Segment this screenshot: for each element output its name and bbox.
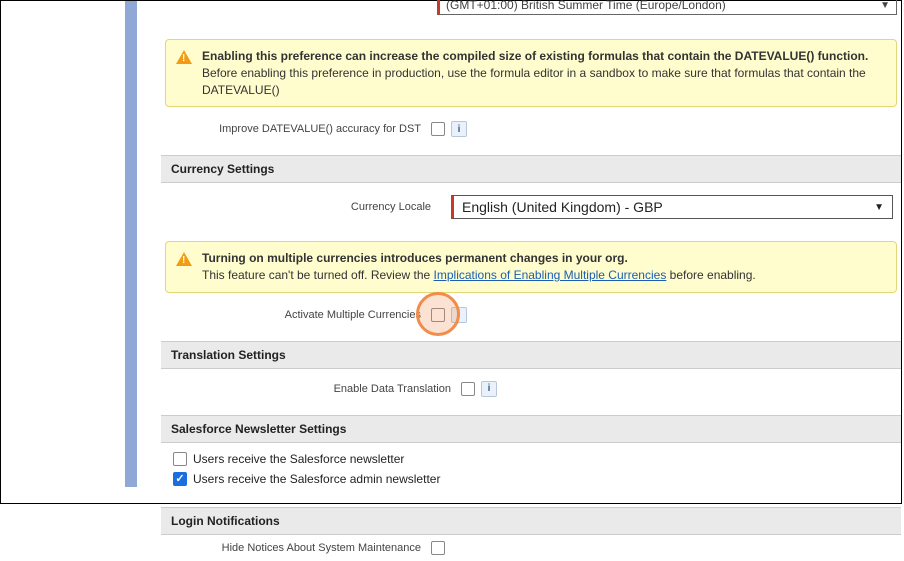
chevron-down-icon: ▼ [880, 0, 890, 11]
timezone-select[interactable]: (GMT+01:00) British Summer Time (Europe/… [437, 0, 897, 15]
info-icon[interactable]: i [451, 307, 467, 323]
newsletter-opt1-row: Users receive the Salesforce newsletter [173, 449, 889, 469]
timezone-value: (GMT+01:00) British Summer Time (Europe/… [446, 0, 726, 12]
warning-bold-text: Turning on multiple currencies introduce… [202, 251, 628, 265]
newsletter-opt2-checkbox[interactable]: ✓ [173, 472, 187, 486]
dst-checkbox[interactable] [431, 122, 445, 136]
translation-row: Enable Data Translation i [161, 369, 901, 403]
warning-pre-text: This feature can't be turned off. Review… [202, 268, 434, 282]
datevalue-warning: Enabling this preference can increase th… [165, 39, 897, 107]
translation-label: Enable Data Translation [161, 383, 461, 395]
hide-notices-label: Hide Notices About System Maintenance [161, 542, 431, 554]
activate-multi-label: Activate Multiple Currencies [161, 309, 431, 321]
hide-notices-checkbox[interactable] [431, 541, 445, 555]
currency-locale-label: Currency Locale [161, 201, 451, 213]
hide-notices-row: Hide Notices About System Maintenance [161, 535, 901, 561]
currency-locale-row: Currency Locale English (United Kingdom)… [161, 183, 901, 223]
warning-post-text: before enabling. [670, 268, 756, 282]
sidebar-accent [125, 1, 137, 487]
newsletter-opt1-checkbox[interactable] [173, 452, 187, 466]
activate-multi-checkbox[interactable] [431, 308, 445, 322]
newsletter-opt1-label: Users receive the Salesforce newsletter [193, 452, 404, 466]
warning-bold-text: Enabling this preference can increase th… [202, 49, 868, 63]
info-icon[interactable]: i [451, 121, 467, 137]
activate-multi-row: Activate Multiple Currencies i [161, 301, 901, 329]
warning-icon [176, 252, 192, 266]
dst-row: Improve DATEVALUE() accuracy for DST i [161, 115, 901, 143]
warning-body-text: Before enabling this preference in produ… [202, 66, 866, 97]
translation-section-header: Translation Settings [161, 341, 901, 369]
implications-link[interactable]: Implications of Enabling Multiple Curren… [434, 268, 667, 282]
currency-section-header: Currency Settings [161, 155, 901, 183]
warning-icon [176, 50, 192, 64]
currency-locale-value: English (United Kingdom) - GBP [462, 199, 663, 215]
newsletter-content: Users receive the Salesforce newsletter … [161, 443, 901, 495]
settings-content: (GMT+01:00) British Summer Time (Europe/… [161, 1, 901, 485]
newsletter-opt2-row: ✓ Users receive the Salesforce admin new… [173, 469, 889, 489]
newsletter-opt2-label: Users receive the Salesforce admin newsl… [193, 472, 440, 486]
login-section-header: Login Notifications [161, 507, 901, 535]
dst-label: Improve DATEVALUE() accuracy for DST [161, 123, 431, 135]
currency-locale-select[interactable]: English (United Kingdom) - GBP ▼ [451, 195, 893, 219]
newsletter-section-header: Salesforce Newsletter Settings [161, 415, 901, 443]
info-icon[interactable]: i [481, 381, 497, 397]
chevron-down-icon: ▼ [874, 202, 884, 213]
translation-checkbox[interactable] [461, 382, 475, 396]
multicurrency-warning: Turning on multiple currencies introduce… [165, 241, 897, 293]
